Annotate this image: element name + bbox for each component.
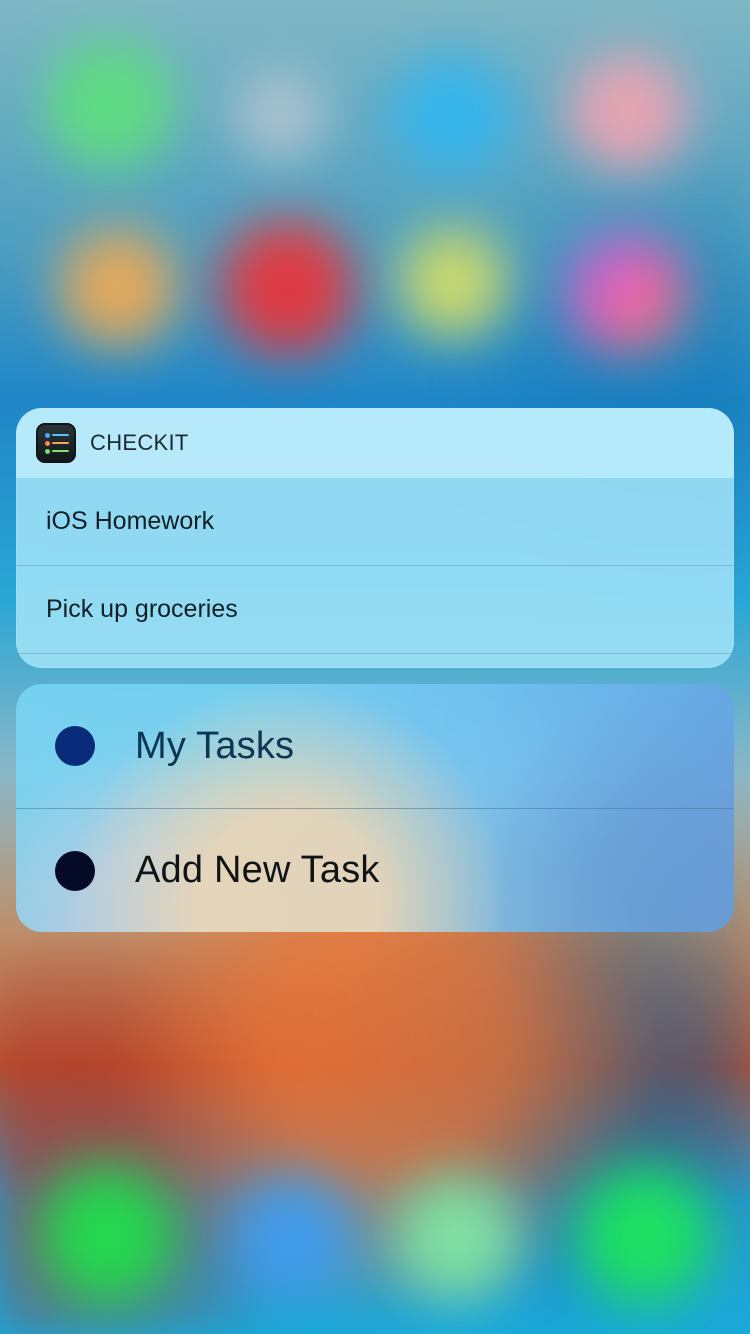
app-icon-blur-7: [398, 228, 508, 338]
checklist-icon-line: [52, 434, 69, 436]
widget-task-list: iOS Homework Pick up groceries: [16, 478, 734, 668]
dock-icon-blur-3: [395, 1175, 520, 1300]
task-row[interactable]: Pick up groceries: [16, 566, 734, 654]
task-label: iOS Homework: [46, 507, 215, 535]
checklist-icon-dot: [45, 433, 50, 438]
widget-header: CHECKIT: [16, 408, 734, 478]
app-icon-blur-3: [392, 55, 512, 175]
app-icon-blur-6: [220, 220, 355, 355]
action-label: Add New Task: [135, 849, 380, 891]
dock-icon-blur-1: [38, 1165, 178, 1305]
app-icon-blur-8: [566, 232, 686, 352]
quick-actions-overlay: CHECKIT iOS Homework Pick up groceries M…: [16, 408, 734, 932]
app-icon-blur-1: [45, 40, 175, 170]
task-row[interactable]: iOS Homework: [16, 478, 734, 566]
quick-action-menu: My Tasks Add New Task: [16, 684, 734, 932]
my-tasks-action[interactable]: My Tasks: [16, 684, 734, 808]
app-name: CHECKIT: [90, 430, 189, 455]
dock-icon-blur-4: [575, 1165, 715, 1305]
dot-icon: [55, 726, 95, 766]
app-icon-blur-5: [58, 228, 178, 348]
add-new-task-action[interactable]: Add New Task: [16, 808, 734, 932]
checklist-icon-line: [52, 442, 69, 444]
app-icon-blur-2: [235, 70, 325, 160]
action-label: My Tasks: [135, 724, 295, 767]
checklist-app-icon: [36, 423, 76, 463]
task-label: Pick up groceries: [46, 595, 238, 623]
dot-icon: [55, 850, 95, 891]
checkit-widget: CHECKIT iOS Homework Pick up groceries: [16, 408, 734, 668]
dock-icon-blur-2: [230, 1178, 350, 1298]
checklist-icon-dot: [45, 441, 50, 446]
checklist-icon-line: [52, 450, 69, 452]
checklist-icon-dot: [45, 449, 50, 454]
app-icon-blur-4: [568, 52, 688, 172]
